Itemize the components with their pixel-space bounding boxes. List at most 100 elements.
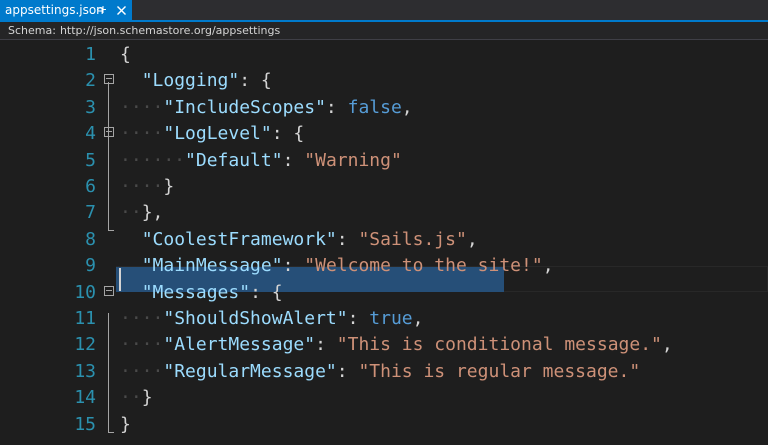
token-str: "This is regular message."	[358, 360, 641, 382]
token-guide	[120, 229, 142, 250]
token-kw: false	[347, 96, 402, 118]
code-text: ··}	[120, 385, 153, 411]
token-punc: ,	[542, 255, 554, 277]
token-punc: }	[163, 176, 175, 197]
code-text: {	[120, 42, 131, 68]
code-line[interactable]: 11 ····"ShouldShowAlert": true,	[0, 306, 768, 332]
token-guide: ····	[120, 176, 164, 197]
code-text: ····"AlertMessage": "This is conditional…	[120, 332, 673, 358]
fold-toggle-icon[interactable]	[104, 74, 114, 85]
token-punc: :	[325, 96, 348, 118]
token-guide	[120, 282, 142, 303]
code-text: ····"IncludeScopes": false,	[120, 95, 413, 121]
token-str: "Welcome to the site!"	[304, 255, 543, 277]
token-guide	[120, 255, 142, 276]
fold-toggle-icon[interactable]	[104, 285, 114, 296]
token-punc: }	[120, 413, 131, 435]
token-punc: :	[336, 228, 359, 250]
code-line[interactable]: 3 ····"IncludeScopes": false,	[0, 95, 768, 121]
pin-icon[interactable]	[96, 3, 108, 16]
code-text: ··},	[120, 200, 163, 226]
token-key: "RegularMessage"	[163, 360, 337, 382]
token-guide: ······	[120, 149, 186, 171]
code-line[interactable]: 13 ····"RegularMessage": "This is regular…	[0, 359, 768, 385]
code-line[interactable]: 10 "Messages": {	[0, 280, 768, 306]
token-guide: ····	[120, 96, 164, 118]
token-key: "LogLevel"	[163, 123, 272, 145]
token-key: "ShouldShowAlert"	[163, 308, 348, 329]
code-line[interactable]: 9 "MainMessage": "Welcome to the site!",	[0, 253, 768, 279]
code-line[interactable]: 14 ··}	[0, 385, 768, 411]
line-number: 10	[74, 281, 96, 303]
line-number: 8	[85, 228, 96, 250]
schema-url[interactable]: http://json.schemastore.org/appsettings	[60, 24, 280, 37]
token-punc: : {	[271, 123, 305, 145]
token-punc: :	[282, 149, 305, 171]
code-text: ····}	[120, 174, 174, 200]
code-line[interactable]: 6 ····}	[0, 174, 768, 200]
code-line[interactable]: 12 ····"AlertMessage": "This is condition…	[0, 332, 768, 358]
line-number: 7	[85, 202, 96, 224]
token-key: "Logging"	[141, 70, 240, 92]
token-key: "CoolestFramework"	[141, 228, 337, 250]
token-punc: : {	[239, 70, 272, 92]
code-line[interactable]: 15}	[0, 412, 768, 438]
code-line[interactable]: 4 ····"LogLevel": {	[0, 121, 768, 147]
close-icon[interactable]	[114, 3, 128, 17]
line-number: 11	[74, 308, 96, 329]
line-number: 13	[74, 360, 96, 382]
line-number: 2	[85, 70, 96, 92]
token-guide: ····	[120, 308, 164, 329]
code-line[interactable]: 7 ··},	[0, 200, 768, 226]
token-key: "MainMessage"	[141, 255, 283, 277]
token-punc: ,	[661, 334, 673, 356]
schema-bar: Schema: http://json.schemastore.org/appse…	[0, 22, 768, 40]
code-text: "Messages": {	[120, 280, 283, 306]
token-punc: : {	[250, 281, 283, 303]
tab-filename: appsettings.json	[5, 3, 104, 17]
token-guide: ··	[120, 202, 142, 224]
code-text: "CoolestFramework": "Sails.js",	[120, 227, 478, 253]
line-number: 14	[74, 387, 96, 409]
token-punc: ,	[401, 96, 413, 118]
token-punc: :	[336, 360, 359, 382]
code-text: "Logging": {	[120, 68, 272, 94]
code-line[interactable]: 2 "Logging": {	[0, 68, 768, 94]
token-key: "AlertMessage"	[163, 334, 316, 356]
fold-toggle-icon[interactable]	[104, 127, 114, 138]
token-guide: ····	[120, 360, 164, 382]
line-number: 5	[85, 149, 96, 171]
line-number: 4	[85, 123, 96, 145]
token-key: "Default"	[185, 149, 283, 171]
code-text: "MainMessage": "Welcome to the site!",	[120, 253, 554, 279]
code-line[interactable]: 5 ······"Default": "Warning"	[0, 148, 768, 174]
token-punc: ,	[412, 308, 424, 329]
code-text: ····"ShouldShowAlert": true,	[120, 306, 423, 332]
code-editor[interactable]: 1{2 "Logging": {3 ····"IncludeScopes": fa…	[0, 40, 768, 445]
token-kw: true	[369, 308, 413, 329]
token-key: "Messages"	[141, 281, 251, 303]
line-number: 6	[85, 176, 96, 197]
line-number: 9	[85, 255, 96, 277]
code-text: ····"RegularMessage": "This is regular m…	[120, 359, 640, 385]
line-number: 1	[85, 44, 96, 65]
code-text: ····"LogLevel": {	[120, 121, 304, 147]
token-punc: ,	[466, 228, 478, 250]
token-guide	[120, 70, 142, 91]
line-number: 3	[85, 96, 96, 118]
token-guide: ····	[120, 123, 164, 145]
tab-bar: appsettings.json	[0, 0, 768, 22]
token-punc: {	[120, 44, 131, 65]
schema-label: Schema:	[8, 24, 56, 37]
token-key: "IncludeScopes"	[163, 96, 326, 118]
token-punc: :	[347, 308, 370, 329]
tab-appsettings[interactable]: appsettings.json	[0, 0, 132, 20]
token-guide: ····	[120, 334, 164, 356]
code-text: }	[120, 412, 131, 438]
token-punc: :	[315, 334, 337, 356]
token-str: "Sails.js"	[358, 228, 467, 250]
code-line[interactable]: 8 "CoolestFramework": "Sails.js",	[0, 227, 768, 253]
code-line[interactable]: 1{	[0, 42, 768, 68]
line-number: 12	[74, 334, 96, 356]
token-str: "This is conditional message."	[336, 334, 662, 356]
